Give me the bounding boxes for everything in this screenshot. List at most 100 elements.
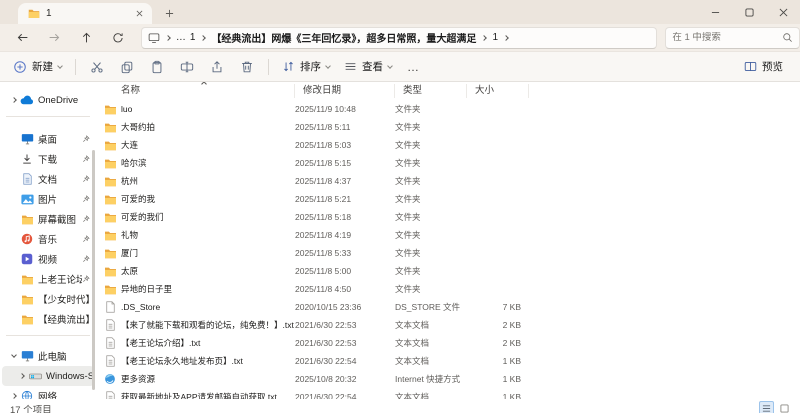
thumbnail-view-button[interactable] — [777, 401, 792, 413]
chevron-right-icon[interactable] — [11, 97, 17, 103]
file-row[interactable]: 礼物 2025/11/8 4:19 文件夹 — [96, 226, 800, 244]
share-icon[interactable] — [204, 55, 230, 79]
view-button[interactable]: 查看 — [337, 55, 399, 79]
sidebar-scrollbar[interactable] — [92, 150, 95, 390]
cut-icon[interactable] — [84, 55, 110, 79]
folder-icon — [20, 272, 34, 286]
file-row[interactable]: 更多资源 2025/10/8 20:32 Internet 快捷方式 1 KB — [96, 370, 800, 388]
preview-pane-icon — [744, 60, 757, 73]
sidebar-item-videos[interactable]: 视频 — [2, 249, 94, 269]
search-icon — [782, 32, 793, 43]
folder-icon — [20, 292, 34, 306]
sidebar-item-network[interactable]: 网络 — [2, 386, 94, 399]
view-lines-icon — [344, 60, 357, 73]
refresh-icon[interactable] — [105, 27, 131, 49]
file-row[interactable]: luo 2025/11/9 10:48 文件夹 — [96, 100, 800, 118]
sidebar-item-pictures[interactable]: 图片 — [2, 189, 94, 209]
file-row[interactable]: 大哥约拍 2025/11/8 5:11 文件夹 — [96, 118, 800, 136]
search-input[interactable] — [672, 32, 782, 43]
paste-icon[interactable] — [144, 55, 170, 79]
sidebar-divider — [6, 335, 90, 336]
sidebar-item-folder[interactable]: 上老王论坛当 — [2, 269, 94, 289]
column-header-name[interactable]: 名称 — [96, 84, 295, 98]
breadcrumb[interactable]: … 1 【经典流出】网爆《三年回忆录》，超多日常照，量大超满足 1 — [141, 27, 657, 49]
sidebar-item-music[interactable]: 音乐 — [2, 229, 94, 249]
sidebar-item-windows-ssd[interactable]: Windows-SSD — [2, 366, 94, 386]
file-row[interactable]: 大连 2025/11/8 5:03 文件夹 — [96, 136, 800, 154]
file-row[interactable]: 厦门 2025/11/8 5:33 文件夹 — [96, 244, 800, 262]
pin-icon — [82, 235, 90, 243]
file-row[interactable]: 哈尔滨 2025/11/8 5:15 文件夹 — [96, 154, 800, 172]
sidebar-item-folder[interactable]: 【经典流出】网 — [2, 309, 94, 329]
tab-close-icon[interactable] — [132, 7, 146, 21]
maximize-icon[interactable] — [732, 0, 766, 24]
forward-icon[interactable] — [42, 27, 68, 49]
file-row[interactable]: 【老王论坛永久地址发布页】.txt 2021/6/30 22:54 文本文档 1… — [96, 352, 800, 370]
column-header-type[interactable]: 类型 — [395, 84, 467, 98]
sidebar-item-downloads[interactable]: 下载 — [2, 149, 94, 169]
folder-icon — [103, 138, 117, 152]
folder-icon — [103, 228, 117, 242]
breadcrumb-collapsed[interactable]: … — [174, 32, 188, 43]
chevron-right-icon[interactable] — [19, 373, 25, 379]
preview-button[interactable]: 预览 — [737, 55, 790, 79]
minimize-icon[interactable] — [698, 0, 732, 24]
network-icon — [20, 389, 34, 399]
file-row[interactable]: 杭州 2025/11/8 4:37 文件夹 — [96, 172, 800, 190]
command-bar: 新建 排序 — [0, 52, 800, 82]
file-row[interactable]: 异地的日子里 2025/11/8 4:50 文件夹 — [96, 280, 800, 298]
sidebar-item-folder[interactable]: 【少女时代】超 — [2, 289, 94, 309]
file-list: 名称 修改日期 类型 大小 luo 2025/11/9 10:48 文件夹 大哥… — [96, 82, 800, 399]
column-header-size[interactable]: 大小 — [467, 84, 529, 98]
sidebar-item-screenshots[interactable]: 屏幕截图 — [2, 209, 94, 229]
music-icon — [20, 232, 34, 246]
folder-icon — [103, 282, 117, 296]
details-view-button[interactable] — [759, 401, 774, 413]
sidebar-item-desktop[interactable]: 桌面 — [2, 129, 94, 149]
pin-icon — [82, 255, 90, 263]
sidebar-item-documents[interactable]: 文档 — [2, 169, 94, 189]
close-icon[interactable] — [766, 0, 800, 24]
sort-button-label: 排序 — [300, 59, 321, 74]
file-row[interactable]: 太原 2025/11/8 5:00 文件夹 — [96, 262, 800, 280]
new-tab-button[interactable] — [160, 5, 178, 21]
text-file-icon — [103, 318, 117, 332]
chevron-down-icon[interactable] — [11, 352, 17, 358]
file-row[interactable]: 可爱的我 2025/11/8 5:21 文件夹 — [96, 190, 800, 208]
breadcrumb-item-folder[interactable]: 【经典流出】网爆《三年回忆录》，超多日常照，量大超满足 — [209, 30, 478, 45]
tab-title: 1 — [46, 8, 132, 19]
file-row[interactable]: 可爱的我们 2025/11/8 5:18 文件夹 — [96, 208, 800, 226]
view-toggles — [759, 401, 792, 413]
address-bar: … 1 【经典流出】网爆《三年回忆录》，超多日常照，量大超满足 1 — [0, 24, 800, 52]
breadcrumb-separator-icon — [165, 35, 171, 41]
explorer-tab[interactable]: 1 — [18, 3, 152, 24]
file-row[interactable]: .DS_Store 2020/10/15 23:36 DS_STORE 文件 7… — [96, 298, 800, 316]
column-headers: 名称 修改日期 类型 大小 — [96, 82, 800, 100]
breadcrumb-item-current[interactable]: 1 — [490, 32, 500, 43]
sidebar-item-this-pc[interactable]: 此电脑 — [2, 346, 94, 366]
rename-icon[interactable] — [174, 55, 200, 79]
file-row[interactable]: 【来了就能下载和观看的论坛，纯免费！】.txt 2021/6/30 22:53 … — [96, 316, 800, 334]
more-options-button[interactable]: … — [399, 60, 428, 74]
sidebar-item-onedrive[interactable]: OneDrive — [2, 90, 94, 110]
file-row[interactable]: 获取最新地址及APP请发邮箱自动获取.txt 2021/6/30 22:54 文… — [96, 388, 800, 399]
toolbar-divider — [268, 59, 269, 75]
file-row[interactable]: 【老王论坛介绍】.txt 2021/6/30 22:53 文本文档 2 KB — [96, 334, 800, 352]
folder-icon — [103, 264, 117, 278]
back-icon[interactable] — [10, 27, 36, 49]
folder-icon — [28, 8, 40, 19]
breadcrumb-item-parent[interactable]: 1 — [188, 32, 198, 43]
breadcrumb-separator-icon — [482, 35, 488, 41]
chevron-right-icon[interactable] — [11, 393, 17, 399]
text-file-icon — [103, 390, 117, 399]
up-icon[interactable] — [73, 27, 99, 49]
sort-button[interactable]: 排序 — [275, 55, 337, 79]
chevron-down-icon — [57, 63, 63, 69]
delete-icon[interactable] — [234, 55, 260, 79]
file-rows: luo 2025/11/9 10:48 文件夹 大哥约拍 2025/11/8 5… — [96, 100, 800, 399]
copy-icon[interactable] — [114, 55, 140, 79]
new-button[interactable]: 新建 — [6, 55, 69, 79]
column-header-date[interactable]: 修改日期 — [295, 84, 395, 98]
item-count: 17 个项目 — [10, 402, 52, 413]
file-icon — [103, 300, 117, 314]
